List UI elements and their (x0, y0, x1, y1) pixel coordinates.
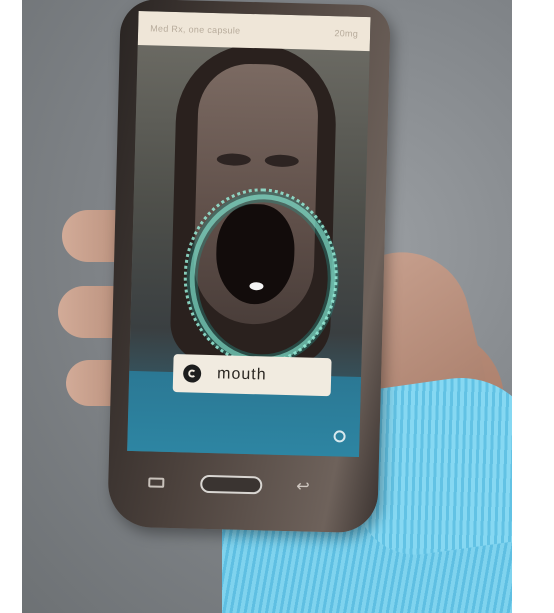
phone-screen: Med Rx, one capsule 20mg mouth (127, 11, 371, 457)
home-button[interactable] (200, 474, 263, 495)
eye (264, 154, 299, 168)
prescription-label: Med Rx, one capsule (150, 23, 241, 36)
back-icon[interactable]: ↩ (296, 478, 310, 495)
camera-check-icon (182, 364, 202, 383)
smartphone: Med Rx, one capsule 20mg mouth ↩ (107, 0, 391, 534)
phone-nav-bar: ↩ (108, 460, 379, 517)
photo: Med Rx, one capsule 20mg mouth ↩ (22, 0, 512, 613)
menu-icon[interactable] (148, 477, 165, 488)
detection-label-card: mouth (172, 354, 332, 397)
dose-label: 20mg (334, 28, 359, 39)
prescription-bar: Med Rx, one capsule 20mg (137, 11, 371, 52)
detection-label: mouth (216, 365, 267, 384)
eye (216, 153, 251, 167)
